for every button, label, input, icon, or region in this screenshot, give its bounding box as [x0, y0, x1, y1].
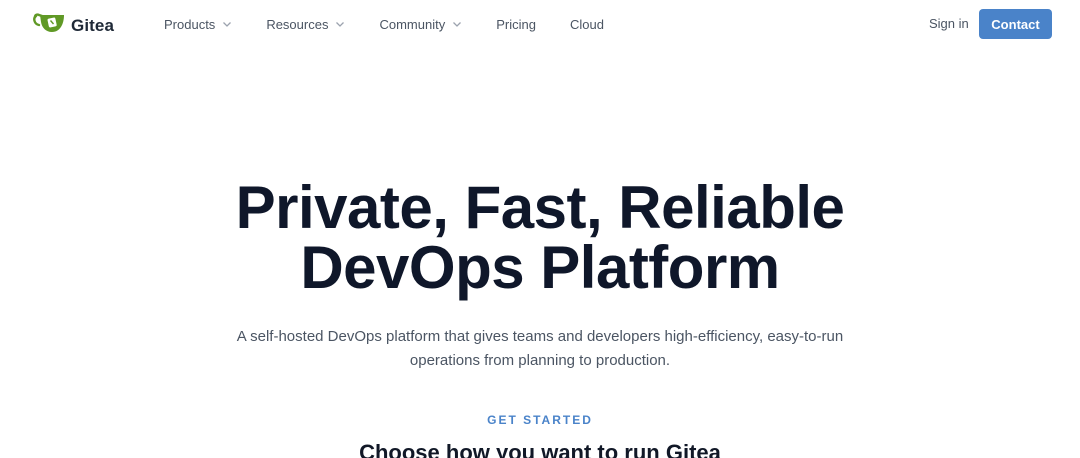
chevron-down-icon — [336, 22, 345, 27]
nav-community[interactable]: Community — [379, 17, 462, 32]
hero-title-line-1: Private, Fast, Reliable — [235, 174, 845, 241]
gitea-logo-link[interactable]: Gitea — [33, 12, 114, 39]
logo-text: Gitea — [71, 15, 115, 35]
chevron-down-icon — [223, 22, 232, 27]
hero-title-line-2: DevOps Platform — [300, 234, 780, 301]
hero-subtitle: A self-hosted DevOps platform that gives… — [236, 328, 844, 369]
nav-label: Community — [379, 16, 446, 32]
section-title: Choose how you want to run Gitea — [359, 440, 721, 458]
gitea-teacup-icon — [33, 12, 67, 39]
site-header: Gitea Products Resources Community Prici… — [0, 0, 1080, 48]
page: Gitea Products Resources Community Prici… — [0, 0, 1080, 458]
nav-products[interactable]: Products — [164, 17, 232, 32]
nav-label: Pricing — [496, 16, 536, 32]
hero-title: Private, Fast, Reliable DevOps Platform — [0, 178, 1080, 298]
main-nav: Products Resources Community Pricing Clo… — [164, 0, 638, 48]
chevron-down-icon — [453, 22, 462, 27]
nav-label: Resources — [266, 16, 329, 32]
get-started-eyebrow: GET STARTED — [487, 413, 593, 427]
nav-label: Cloud — [569, 16, 604, 32]
nav-label: Products — [164, 16, 216, 32]
contact-button[interactable]: Contact — [979, 9, 1052, 39]
sign-in-link[interactable]: Sign in — [929, 16, 969, 31]
nav-cloud[interactable]: Cloud — [570, 17, 604, 32]
nav-resources[interactable]: Resources — [266, 17, 345, 32]
nav-pricing[interactable]: Pricing — [496, 17, 536, 32]
